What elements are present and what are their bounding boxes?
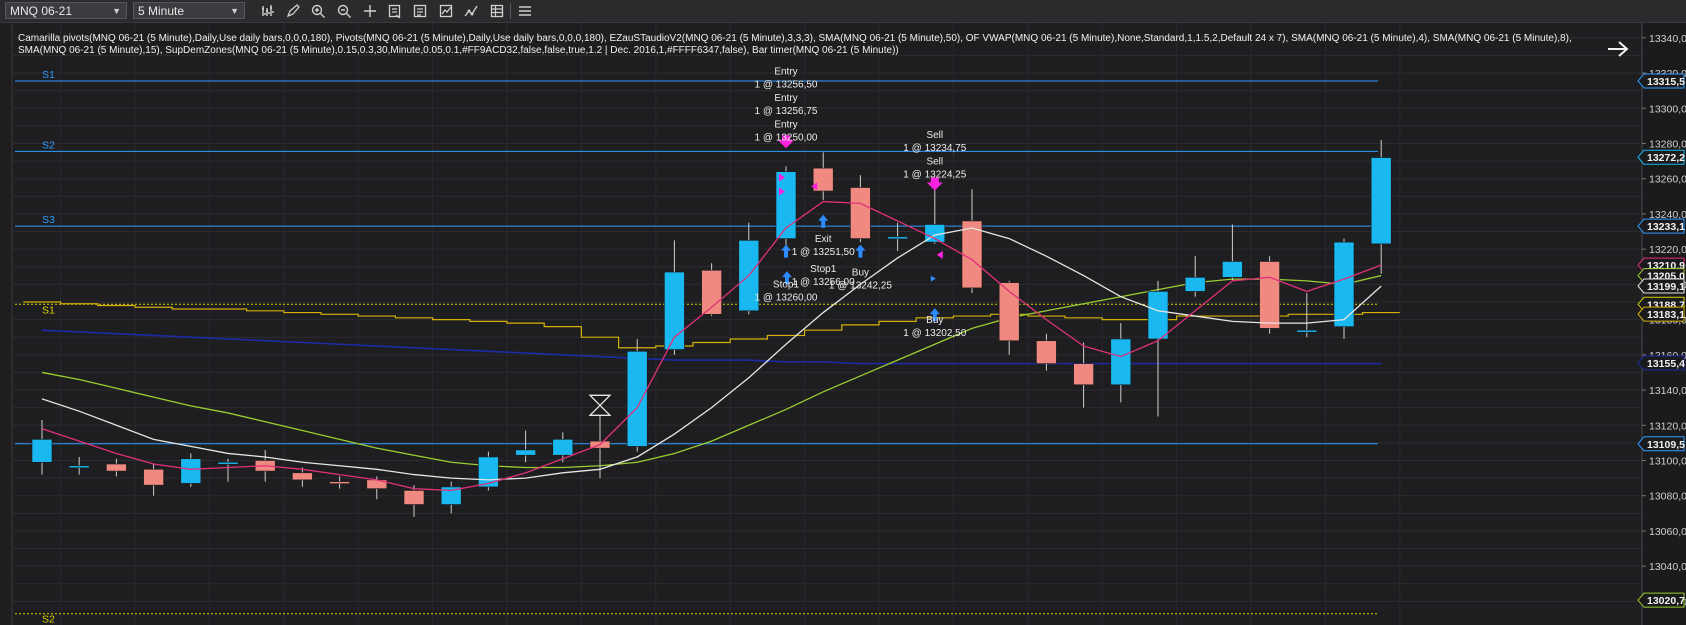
price-label-text: 13315,5: [1647, 76, 1685, 88]
tick-label: 13280,00: [1649, 138, 1686, 150]
candle: [31, 439, 53, 463]
candle: [552, 439, 574, 456]
candle: [1370, 157, 1392, 245]
properties-icon[interactable]: [410, 2, 430, 20]
tick-label: 13080,00: [1649, 491, 1686, 503]
price-label-text: 13109,5: [1647, 439, 1685, 451]
annotation-label: Stop1: [810, 264, 837, 275]
price-label-text: 13020,7: [1647, 595, 1685, 607]
level-label: S1: [42, 304, 55, 316]
interval-selector[interactable]: 5 Minute ▼: [133, 2, 245, 19]
annotation-qty: 1 @ 13242,25: [829, 280, 892, 291]
annotation-label: Exit: [815, 234, 832, 245]
level-label: S2: [42, 139, 55, 151]
annotation-label: Buy: [926, 315, 943, 326]
tick-label: 13060,00: [1649, 526, 1686, 538]
annotation-label: Sell: [926, 130, 943, 141]
candle: [1259, 261, 1280, 329]
crosshair-icon[interactable]: [360, 2, 380, 20]
annotation-qty: 1 @ 13256,75: [755, 106, 818, 117]
instrument-selector[interactable]: MNQ 06-21 ▼: [5, 2, 127, 19]
candle: [961, 220, 983, 289]
candle: [217, 461, 239, 465]
annotation-label: Entry: [774, 67, 797, 78]
chart-background: [0, 23, 1686, 625]
candle: [1110, 338, 1132, 386]
strategies-icon[interactable]: [461, 2, 481, 20]
chart-toolbar: MNQ 06-21 ▼ 5 Minute ▼: [0, 0, 1686, 23]
candle: [626, 350, 648, 447]
candle: [403, 490, 425, 505]
annotation-qty: 1 @ 13250,00: [755, 132, 818, 143]
annotation-label: Entry: [774, 119, 797, 130]
menu-icon[interactable]: [515, 2, 535, 20]
chevron-down-icon: ▼: [112, 6, 121, 16]
candle: [180, 458, 202, 484]
chevron-down-icon: ▼: [230, 6, 239, 16]
candle: [1036, 340, 1057, 364]
annotation-qty: 1 @ 13256,50: [755, 80, 818, 91]
toolbar-divider: [510, 3, 511, 19]
candle: [887, 236, 908, 240]
price-label-text: 13183,1: [1647, 309, 1685, 321]
tick-label: 13120,00: [1649, 420, 1686, 432]
zoom-in-icon[interactable]: [308, 2, 328, 20]
annotation-qty: 1 @ 13234,75: [903, 143, 966, 154]
tick-label: 13140,00: [1649, 385, 1686, 397]
interval-label: 5 Minute: [138, 4, 185, 18]
price-label-text: 13233,1: [1647, 221, 1685, 233]
candle: [1184, 277, 1206, 292]
candle: [1147, 291, 1169, 340]
tick-label: 13340,00: [1649, 33, 1686, 45]
indicator-legend: Camarilla pivots(MNQ 06-21 (5 Minute),Da…: [18, 33, 1572, 56]
level-label: S2: [42, 614, 55, 625]
candle: [1073, 363, 1094, 386]
level-label: S1: [42, 69, 55, 81]
level-label: S3: [42, 214, 55, 226]
tick-label: 13100,00: [1649, 455, 1686, 467]
annotation-label: Sell: [926, 156, 943, 167]
annotation-label: Entry: [774, 93, 797, 104]
instrument-label: MNQ 06-21: [10, 4, 73, 18]
indicators-icon[interactable]: [436, 2, 456, 20]
data-table-icon[interactable]: [487, 2, 507, 20]
annotation-qty: 1 @ 13251,50: [792, 247, 855, 258]
tick-label: 13260,00: [1649, 174, 1686, 186]
zoom-out-icon[interactable]: [334, 2, 354, 20]
price-chart[interactable]: 13340,0013320,0013300,0013280,0013260,00…: [0, 23, 1686, 625]
candle: [68, 465, 90, 469]
candle: [478, 456, 499, 488]
scroll-to-latest-icon[interactable]: [1605, 37, 1631, 61]
tick-label: 13040,00: [1649, 561, 1686, 573]
price-label-text: 13272,2: [1647, 152, 1685, 164]
chart-panel[interactable]: 13340,0013320,0013300,0013280,0013260,00…: [0, 23, 1686, 625]
candle: [1222, 261, 1243, 278]
data-box-icon[interactable]: [385, 2, 405, 20]
annotation-label: Buy: [852, 267, 869, 278]
price-label-text: 13155,4: [1647, 358, 1685, 370]
candle: [143, 468, 164, 486]
annotation-qty: 1 @ 13260,00: [755, 293, 818, 304]
tick-label: 13220,00: [1649, 244, 1686, 256]
annotation-qty: 1 @ 13224,25: [903, 169, 966, 180]
draw-pen-icon[interactable]: [283, 2, 303, 20]
candle: [292, 472, 313, 481]
bar-style-icon[interactable]: [258, 2, 278, 20]
candle: [515, 449, 536, 456]
candle: [1296, 329, 1318, 333]
annotation-qty: 1 @ 13202,50: [903, 328, 966, 339]
annotation-label: Stop1: [773, 280, 800, 291]
candle: [850, 187, 871, 239]
candle: [329, 481, 350, 484]
tick-label: 13300,00: [1649, 103, 1686, 115]
price-label-text: 13199,1: [1647, 281, 1685, 293]
candle: [106, 463, 127, 472]
